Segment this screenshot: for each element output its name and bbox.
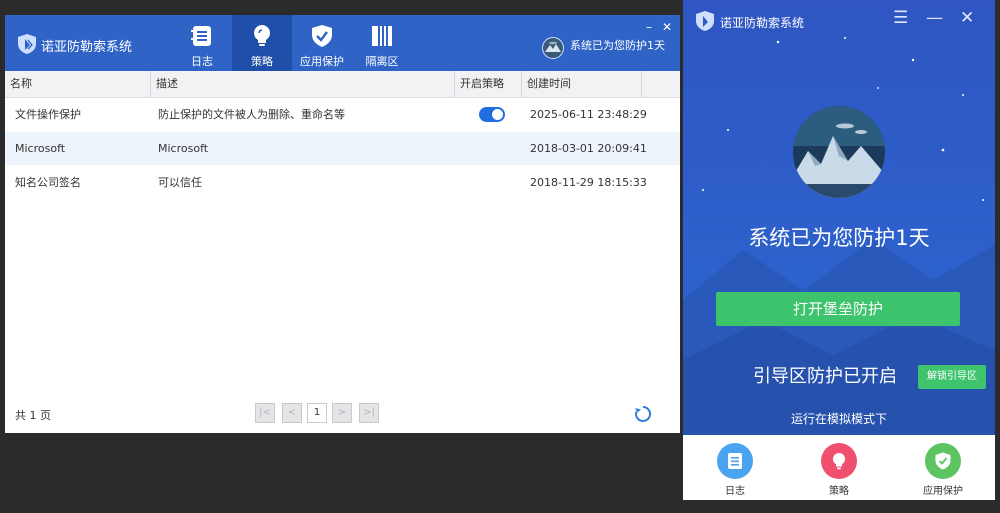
prev-page-button[interactable]: <	[282, 403, 302, 423]
toggle-knob	[492, 109, 503, 120]
bulb-icon	[254, 25, 270, 46]
row-name: Microsoft	[15, 142, 66, 155]
app-logo-icon	[18, 34, 36, 54]
bulb-icon	[833, 453, 845, 470]
last-page-button[interactable]: >|	[359, 403, 379, 423]
column-header[interactable]: 开启策略	[455, 71, 522, 97]
row-created: 2018-11-29 18:15:33	[530, 176, 647, 189]
bottom-nav-app-protect-label: 应用保护	[923, 486, 963, 497]
app-logo-icon	[696, 11, 714, 31]
tab-quarantine[interactable]: 隔离区	[352, 15, 412, 71]
page-total: 共 1 页	[15, 409, 51, 422]
open-fortress-button[interactable]: 打开堡垒防护	[716, 292, 960, 326]
protect-status: 系统已为您防护1天	[570, 39, 665, 52]
row-created: 2018-03-01 20:09:41	[530, 142, 647, 155]
bottom-nav-strategy-label: 策略	[829, 486, 849, 497]
avatar-icon[interactable]	[542, 37, 564, 59]
log-icon-circle	[717, 443, 753, 479]
bottom-nav-log-label: 日志	[725, 486, 745, 497]
bottom-nav-strategy[interactable]: 策略	[799, 435, 879, 500]
table-header: 名称 描述 开启策略 创建时间	[5, 71, 680, 98]
row-desc: 防止保护的文件被人为删除、重命名等	[158, 108, 345, 121]
shield-icon	[935, 452, 951, 470]
row-created: 2025-06-11 23:48:29	[530, 108, 647, 121]
row-desc: Microsoft	[158, 142, 209, 155]
simulation-mode-text: 运行在模拟模式下	[790, 412, 887, 426]
bottom-nav-app-protect[interactable]: 应用保护	[903, 435, 983, 500]
main-window: 诺亚防勒索系统 日志 策略 应用保护 隔离区 系统已为您防护1天 – ✕ 名称 …	[5, 15, 680, 433]
table-row[interactable]: 知名公司签名 可以信任 2018-11-29 18:15:33	[5, 166, 680, 199]
bottom-nav-log[interactable]: 日志	[695, 435, 775, 500]
close-icon[interactable]: ✕	[960, 8, 974, 28]
strategy-toggle[interactable]	[479, 107, 505, 122]
tab-app-protect[interactable]: 应用保护	[292, 15, 352, 71]
tab-strategy[interactable]: 策略	[232, 15, 292, 71]
log-icon	[191, 26, 211, 46]
bottom-nav: 日志 策略 应用保护	[683, 435, 995, 500]
column-header[interactable]: 名称	[5, 71, 151, 97]
tab-quarantine-label: 隔离区	[365, 55, 399, 68]
minimize-icon[interactable]: —	[926, 8, 943, 28]
minimize-icon[interactable]: –	[646, 21, 652, 33]
log-icon	[728, 453, 742, 469]
header-bar: 诺亚防勒索系统 日志 策略 应用保护 隔离区 系统已为您防护1天 – ✕	[5, 15, 680, 71]
column-header[interactable]: 描述	[151, 71, 455, 97]
protect-days-text: 系统已为您防护1天	[748, 226, 930, 250]
table-row[interactable]: 文件操作保护 防止保护的文件被人为删除、重命名等 2025-06-11 23:4…	[5, 98, 680, 131]
next-page-button[interactable]: >	[332, 403, 352, 423]
first-page-button[interactable]: |<	[255, 403, 275, 423]
avatar	[793, 106, 885, 198]
side-app-title: 诺亚防勒索系统	[720, 16, 805, 30]
tab-log-label: 日志	[191, 55, 213, 68]
shield-icon-circle	[925, 443, 961, 479]
refresh-icon[interactable]	[633, 404, 653, 424]
row-name: 文件操作保护	[15, 108, 81, 121]
tab-app-protect-label: 应用保护	[300, 55, 344, 68]
tab-strategy-label: 策略	[251, 55, 273, 68]
close-icon[interactable]: ✕	[662, 21, 672, 33]
shield-icon	[312, 25, 332, 47]
side-window: 诺亚防勒索系统 ☰ — ✕ 系统已为您防护1天 打开堡垒防护 引导区防护已开启 …	[683, 0, 995, 500]
column-header[interactable]: 创建时间	[522, 71, 642, 97]
bulb-icon-circle	[821, 443, 857, 479]
row-name: 知名公司签名	[15, 176, 81, 189]
table-row[interactable]: Microsoft Microsoft 2018-03-01 20:09:41	[5, 132, 680, 165]
boot-protect-status: 引导区防护已开启	[753, 366, 897, 387]
current-page[interactable]: 1	[307, 403, 327, 423]
tab-log[interactable]: 日志	[172, 15, 232, 71]
app-title: 诺亚防勒索系统	[41, 40, 133, 55]
menu-icon[interactable]: ☰	[893, 8, 908, 28]
moon-icon	[714, 72, 755, 115]
unlock-boot-button[interactable]: 解锁引导区	[918, 365, 986, 389]
row-desc: 可以信任	[158, 176, 202, 189]
quarantine-icon	[372, 26, 392, 46]
